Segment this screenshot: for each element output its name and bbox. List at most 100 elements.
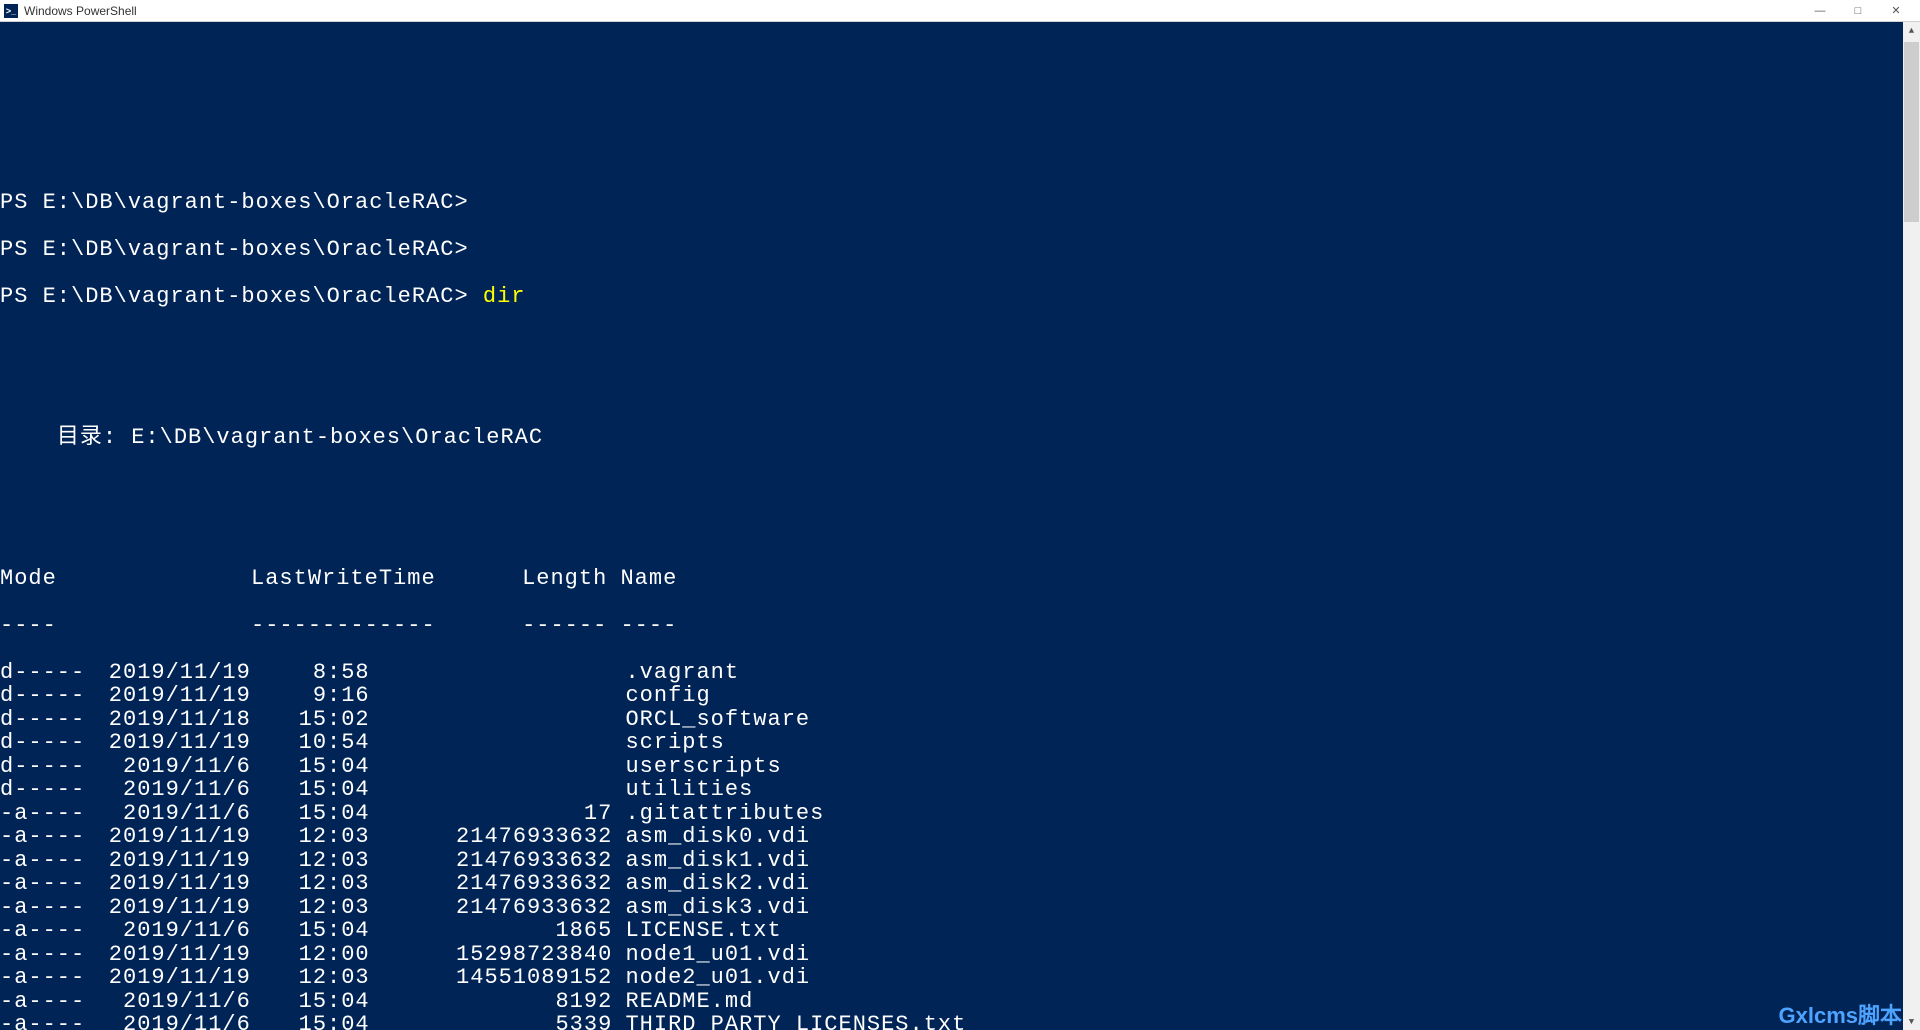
- table-row: -a----2019/11/1912:00 15298723840node1_u…: [0, 943, 1920, 967]
- row-mode: -a----: [0, 943, 92, 967]
- table-row: d-----2019/11/199:16 config: [0, 684, 1920, 708]
- row-mode: d-----: [0, 661, 92, 685]
- row-name: LICENSE.txt: [612, 919, 781, 943]
- row-time: 12:03: [251, 872, 370, 896]
- row-mode: d-----: [0, 731, 92, 755]
- row-name: THIRD_PARTY_LICENSES.txt: [612, 1013, 966, 1030]
- row-name: .gitattributes: [612, 802, 824, 826]
- row-mode: -a----: [0, 919, 92, 943]
- row-date: 2019/11/6: [92, 755, 250, 779]
- table-rule-row: ---- -----------------------: [0, 614, 1920, 638]
- terminal[interactable]: PS E:\DB\vagrant-boxes\OracleRAC> PS E:\…: [0, 22, 1920, 1030]
- row-date: 2019/11/6: [92, 990, 250, 1014]
- row-date: 2019/11/19: [92, 731, 250, 755]
- row-time: 15:02: [251, 708, 370, 732]
- minimize-button[interactable]: —: [1810, 2, 1830, 20]
- prompt-command-line: PS E:\DB\vagrant-boxes\OracleRAC> dir: [0, 285, 1920, 309]
- row-mode: -a----: [0, 802, 92, 826]
- row-mode: -a----: [0, 896, 92, 920]
- row-date: 2019/11/6: [92, 778, 250, 802]
- row-date: 2019/11/6: [92, 802, 250, 826]
- window-titlebar: >_ Windows PowerShell — □ ✕: [0, 0, 1920, 22]
- row-time: 15:04: [251, 778, 370, 802]
- row-name: ORCL_software: [612, 708, 810, 732]
- row-length: 1865: [441, 919, 613, 943]
- row-time: 15:04: [251, 919, 370, 943]
- prompt-line: PS E:\DB\vagrant-boxes\OracleRAC>: [0, 238, 1920, 262]
- dir-label: 目录:: [57, 425, 117, 450]
- blank-line: [0, 473, 1920, 497]
- row-date: 2019/11/18: [92, 708, 250, 732]
- table-row: d-----2019/11/1910:54 scripts: [0, 731, 1920, 755]
- row-mode: d-----: [0, 755, 92, 779]
- table-row: -a----2019/11/615:04 1865LICENSE.txt: [0, 919, 1920, 943]
- row-mode: -a----: [0, 1013, 92, 1030]
- row-name: asm_disk1.vdi: [612, 849, 810, 873]
- row-date: 2019/11/19: [92, 896, 250, 920]
- prompt-line: PS E:\DB\vagrant-boxes\OracleRAC>: [0, 191, 1920, 215]
- row-date: 2019/11/19: [92, 825, 250, 849]
- table-row: -a----2019/11/615:04 17.gitattributes: [0, 802, 1920, 826]
- row-length: 17: [441, 802, 613, 826]
- scroll-thumb[interactable]: [1904, 42, 1919, 222]
- row-name: README.md: [612, 990, 753, 1014]
- row-time: 8:58: [251, 661, 370, 685]
- row-date: 2019/11/6: [92, 1013, 250, 1030]
- row-time: 12:03: [251, 966, 370, 990]
- row-time: 12:03: [251, 896, 370, 920]
- table-row: -a----2019/11/615:04 5339THIRD_PARTY_LIC…: [0, 1013, 1920, 1030]
- row-length: 21476933632: [441, 872, 613, 896]
- row-time: 10:54: [251, 731, 370, 755]
- terminal-output: PS E:\DB\vagrant-boxes\OracleRAC> PS E:\…: [0, 22, 1920, 1030]
- row-length: 21476933632: [441, 896, 613, 920]
- row-time: 9:16: [251, 684, 370, 708]
- blank-line: [0, 332, 1920, 356]
- table-header-row: Mode LastWriteTimeLengthName: [0, 567, 1920, 591]
- col-header-length: Length: [436, 567, 608, 591]
- scroll-up-arrow-icon[interactable]: ▲: [1903, 22, 1920, 39]
- row-name: node1_u01.vdi: [612, 943, 810, 967]
- blank-line: [0, 379, 1920, 403]
- dir-header-line: 目录: E:\DB\vagrant-boxes\OracleRAC: [0, 426, 1920, 450]
- row-date: 2019/11/19: [92, 849, 250, 873]
- row-time: 15:04: [251, 1013, 370, 1030]
- table-row: -a----2019/11/1912:03 14551089152node2_u…: [0, 966, 1920, 990]
- maximize-button[interactable]: □: [1848, 2, 1868, 20]
- blank-line: [0, 50, 1920, 74]
- table-row: -a----2019/11/615:04 8192README.md: [0, 990, 1920, 1014]
- row-length: 21476933632: [441, 849, 613, 873]
- table-row: -a----2019/11/1912:03 21476933632asm_dis…: [0, 825, 1920, 849]
- row-mode: -a----: [0, 990, 92, 1014]
- row-time: 15:04: [251, 755, 370, 779]
- scroll-down-arrow-icon[interactable]: ▼: [1903, 1013, 1920, 1030]
- table-row: d-----2019/11/615:04 userscripts: [0, 755, 1920, 779]
- row-time: 12:03: [251, 849, 370, 873]
- row-mode: -a----: [0, 966, 92, 990]
- table-row: d-----2019/11/198:58 .vagrant: [0, 661, 1920, 685]
- row-length: 15298723840: [441, 943, 613, 967]
- col-header-name: Name: [607, 567, 677, 591]
- row-mode: d-----: [0, 684, 92, 708]
- row-date: 2019/11/6: [92, 919, 250, 943]
- window-title: Windows PowerShell: [24, 4, 1810, 18]
- window-controls: — □ ✕: [1810, 2, 1916, 20]
- row-name: asm_disk0.vdi: [612, 825, 810, 849]
- table-row: -a----2019/11/1912:03 21476933632asm_dis…: [0, 896, 1920, 920]
- row-name: asm_disk3.vdi: [612, 896, 810, 920]
- row-mode: d-----: [0, 778, 92, 802]
- row-mode: -a----: [0, 825, 92, 849]
- close-button[interactable]: ✕: [1886, 2, 1906, 20]
- row-name: asm_disk2.vdi: [612, 872, 810, 896]
- row-time: 15:04: [251, 990, 370, 1014]
- row-mode: -a----: [0, 849, 92, 873]
- row-mode: -a----: [0, 872, 92, 896]
- row-date: 2019/11/19: [92, 661, 250, 685]
- row-name: config: [612, 684, 710, 708]
- vertical-scrollbar[interactable]: ▲ ▼: [1903, 22, 1920, 1030]
- row-name: .vagrant: [612, 661, 739, 685]
- blank-line: [0, 520, 1920, 544]
- row-length: 14551089152: [441, 966, 613, 990]
- row-time: 15:04: [251, 802, 370, 826]
- col-header-mode: Mode: [0, 567, 92, 591]
- row-length: 5339: [441, 1013, 613, 1030]
